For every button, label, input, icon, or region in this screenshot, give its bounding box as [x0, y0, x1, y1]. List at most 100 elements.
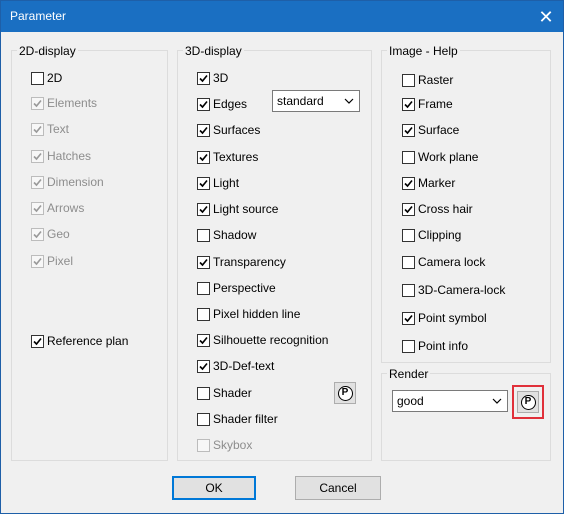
checkmark-icon[interactable]: [197, 176, 210, 190]
checkmark-icon: [31, 201, 44, 215]
checkbox-label: Hatches: [47, 149, 92, 163]
checkbox-label: Arrows: [47, 201, 85, 215]
checkmark-icon[interactable]: [402, 123, 415, 137]
checkbox-text: Text: [31, 121, 69, 137]
checkbox-point-info[interactable]: Point info: [402, 338, 468, 354]
checkbox-silhouette-recognition[interactable]: Silhouette recognition: [197, 332, 328, 348]
checkbox-shader[interactable]: Shader: [197, 385, 252, 401]
checkmark-icon[interactable]: [402, 202, 415, 216]
checkbox-surface[interactable]: Surface: [402, 122, 459, 138]
checkbox-empty-icon[interactable]: [31, 71, 44, 85]
checkbox-clipping[interactable]: Clipping: [402, 227, 461, 243]
checkbox-label: Pixel: [47, 254, 74, 268]
checkbox-frame[interactable]: Frame: [402, 96, 453, 112]
checkbox-3d-def-text[interactable]: 3D-Def-text: [197, 358, 274, 374]
checkbox-marker[interactable]: Marker: [402, 175, 455, 191]
render-quality-select[interactable]: good: [392, 390, 508, 412]
checkbox-label: Transparency: [213, 255, 286, 269]
group-2d-display-title: 2D-display: [17, 44, 78, 58]
checkbox-empty-icon[interactable]: [197, 281, 210, 295]
checkbox-label: 3D-Camera-lock: [418, 283, 506, 297]
checkmark-icon[interactable]: [402, 311, 415, 325]
checkbox-label: Skybox: [213, 438, 253, 452]
chevron-down-icon: [344, 98, 354, 104]
cancel-button[interactable]: Cancel: [295, 476, 381, 500]
checkbox-shader-filter[interactable]: Shader filter: [197, 411, 278, 427]
checkbox-2d[interactable]: 2D: [31, 70, 62, 86]
group-render-title: Render: [387, 367, 431, 381]
checkbox-label: 3D-Def-text: [213, 359, 275, 373]
checkbox-label: Geo: [47, 227, 70, 241]
chevron-down-icon: [492, 398, 502, 404]
checkbox-work-plane[interactable]: Work plane: [402, 149, 478, 165]
group-3d-display-title: 3D-display: [183, 44, 244, 58]
checkmark-icon: [31, 122, 44, 136]
checkmark-icon[interactable]: [197, 333, 210, 347]
checkmark-icon[interactable]: [197, 150, 210, 164]
checkmark-icon: [31, 254, 44, 268]
checkbox-label: Shader: [213, 386, 252, 400]
checkbox-hatches: Hatches: [31, 148, 91, 164]
checkbox-label: Shader filter: [213, 412, 278, 426]
checkmark-icon: [31, 175, 44, 189]
checkbox-reference-plan[interactable]: Reference plan: [31, 333, 128, 349]
edges-style-select[interactable]: standard: [272, 90, 360, 112]
checkbox-empty-icon[interactable]: [402, 73, 415, 87]
checkmark-icon[interactable]: [197, 359, 210, 373]
checkbox-elements: Elements: [31, 95, 97, 111]
checkbox-skybox: Skybox: [197, 437, 252, 453]
checkbox-3d-camera-lock[interactable]: 3D-Camera-lock: [402, 282, 505, 298]
checkbox-perspective[interactable]: Perspective: [197, 280, 276, 296]
checkbox-label: Point info: [418, 339, 469, 353]
checkbox-empty-icon: [197, 438, 210, 452]
checkmark-icon[interactable]: [197, 202, 210, 216]
checkbox-transparency[interactable]: Transparency: [197, 254, 286, 270]
checkbox-empty-icon[interactable]: [402, 339, 415, 353]
checkbox-surfaces[interactable]: Surfaces: [197, 122, 260, 138]
parameter-dialog: Parameter ✕ 2D-display 2D Elements Text Hat…: [0, 0, 564, 514]
checkbox-empty-icon[interactable]: [402, 150, 415, 164]
checkbox-label: Textures: [213, 150, 259, 164]
checkmark-icon: [31, 227, 44, 241]
render-parameter-button[interactable]: P: [517, 391, 539, 413]
checkbox-label: Work plane: [418, 150, 479, 164]
checkbox-label: Surfaces: [213, 123, 261, 137]
checkbox-empty-icon[interactable]: [402, 255, 415, 269]
checkmark-icon[interactable]: [402, 176, 415, 190]
checkbox-camera-lock[interactable]: Camera lock: [402, 254, 485, 270]
checkbox-light[interactable]: Light: [197, 175, 239, 191]
checkmark-icon[interactable]: [197, 71, 210, 85]
checkbox-empty-icon[interactable]: [402, 228, 415, 242]
checkbox-label: Marker: [418, 176, 456, 190]
checkbox-empty-icon[interactable]: [197, 228, 210, 242]
checkbox-edges[interactable]: Edges: [197, 96, 247, 112]
checkbox-raster[interactable]: Raster: [402, 72, 453, 88]
checkbox-empty-icon[interactable]: [197, 412, 210, 426]
checkbox-label: Text: [47, 122, 70, 136]
checkbox-empty-icon[interactable]: [402, 283, 415, 297]
checkmark-icon: [31, 149, 44, 163]
checkmark-icon[interactable]: [197, 255, 210, 269]
checkmark-icon[interactable]: [197, 97, 210, 111]
checkbox-pixel-hidden-line[interactable]: Pixel hidden line: [197, 306, 300, 322]
checkbox-3d[interactable]: 3D: [197, 70, 228, 86]
checkbox-empty-icon[interactable]: [197, 386, 210, 400]
checkbox-empty-icon[interactable]: [197, 307, 210, 321]
shader-parameter-button[interactable]: P: [334, 382, 356, 404]
checkmark-icon[interactable]: [197, 123, 210, 137]
checkmark-icon[interactable]: [402, 97, 415, 111]
checkbox-arrows: Arrows: [31, 200, 84, 216]
checkbox-light-source[interactable]: Light source: [197, 201, 278, 217]
group-image-help-title: Image - Help: [387, 44, 460, 58]
checkbox-label: Dimension: [47, 175, 104, 189]
checkbox-shadow[interactable]: Shadow: [197, 227, 256, 243]
ok-button[interactable]: OK: [172, 476, 256, 500]
close-icon[interactable]: ✕: [529, 1, 563, 32]
checkbox-label: Light: [213, 176, 240, 190]
checkbox-label: Surface: [418, 123, 460, 137]
checkmark-icon[interactable]: [31, 334, 44, 348]
checkbox-label: Reference plan: [47, 334, 129, 348]
checkbox-textures[interactable]: Textures: [197, 149, 258, 165]
checkbox-cross-hair[interactable]: Cross hair: [402, 201, 473, 217]
checkbox-point-symbol[interactable]: Point symbol: [402, 310, 487, 326]
